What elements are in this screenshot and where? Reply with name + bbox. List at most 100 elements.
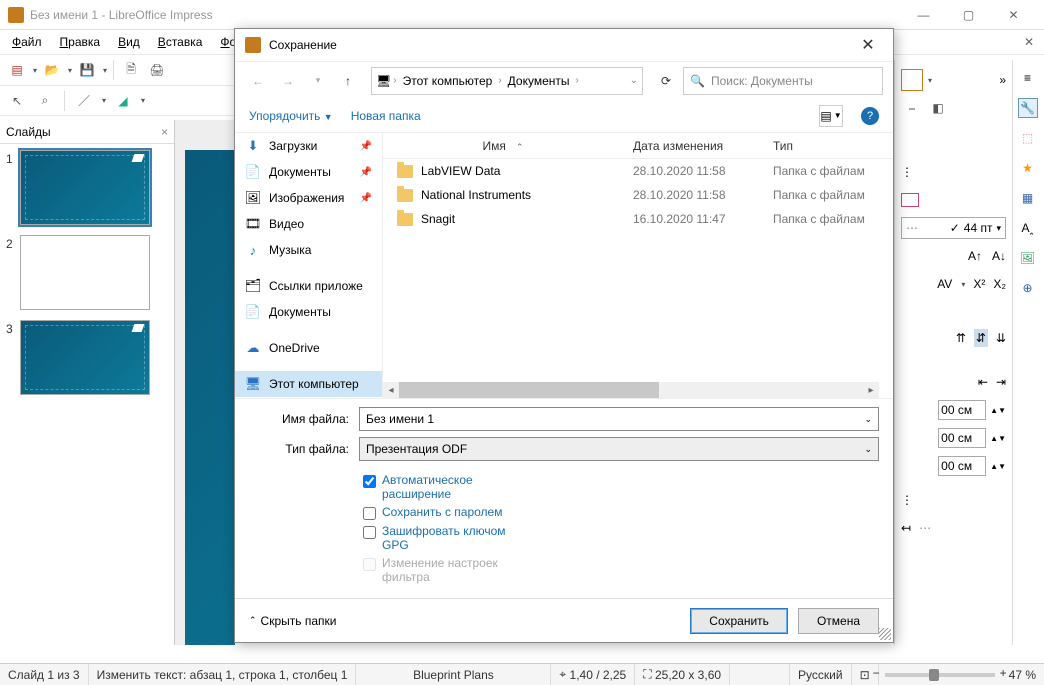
horizontal-scrollbar[interactable]: ◂▸ bbox=[383, 382, 879, 398]
dots-icon[interactable]: ⋮ bbox=[901, 493, 913, 507]
shadow-icon[interactable]: ◧ bbox=[927, 97, 949, 119]
line-icon[interactable]: ／ bbox=[73, 90, 95, 112]
hide-folders-button[interactable]: ⌃Скрыть папки bbox=[249, 614, 336, 628]
col-type-header[interactable]: Тип bbox=[763, 139, 893, 153]
save-icon[interactable]: 💾 bbox=[76, 59, 98, 81]
align-mid-icon[interactable]: ⇵ bbox=[974, 329, 988, 347]
file-row[interactable]: National Instruments28.10.2020 11:58Папк… bbox=[383, 183, 893, 207]
help-button[interactable]: ? bbox=[861, 107, 879, 125]
dots-icon[interactable]: ⋮ bbox=[901, 165, 913, 179]
document-close-icon[interactable]: ✕ bbox=[1024, 35, 1034, 49]
arrow-left-icon[interactable]: ↤ bbox=[901, 521, 911, 535]
font-size-combo[interactable]: ⋯✓ 44 пт ▾ bbox=[901, 217, 1006, 239]
maximize-button[interactable]: ▢ bbox=[946, 0, 991, 30]
sidebar-item-images[interactable]: 🖼Изображения📌 bbox=[235, 185, 382, 211]
check-gpg[interactable]: Зашифровать ключом GPG bbox=[363, 524, 533, 552]
nav-up-icon[interactable]: ↑ bbox=[335, 68, 361, 94]
indent-dec-icon[interactable]: ⇤ bbox=[978, 375, 988, 389]
sidebar-item-video[interactable]: 🎞Видео bbox=[235, 211, 382, 237]
sidebar-tabs: ≡ 🔧 ⬚ ★ ▦ Aꞈ 🖼 ⊕ bbox=[1012, 60, 1042, 645]
save-dialog: Сохранение ✕ ← → ▾ ↑ 🖥› Этот компьютер› … bbox=[234, 28, 894, 643]
minimize-button[interactable]: — bbox=[901, 0, 946, 30]
pointer-icon[interactable]: ↖ bbox=[6, 90, 28, 112]
path-segment[interactable]: Этот компьютер bbox=[399, 74, 497, 88]
view-mode-button[interactable]: ▤ ▼ bbox=[819, 105, 843, 127]
sidebar-item-onedrive[interactable]: ☁OneDrive bbox=[235, 335, 382, 361]
layout-icon[interactable] bbox=[901, 69, 923, 91]
slide-thumbnail[interactable] bbox=[20, 150, 150, 225]
new-folder-button[interactable]: Новая папка bbox=[351, 109, 421, 123]
tab-master-icon[interactable]: ▦ bbox=[1018, 188, 1038, 208]
box-icon[interactable] bbox=[901, 193, 919, 207]
slide-thumbnail[interactable] bbox=[20, 320, 150, 395]
filename-input[interactable]: Без имени 1⌄ bbox=[359, 407, 879, 431]
dialog-close-button[interactable]: ✕ bbox=[853, 35, 883, 55]
tab-animation-icon[interactable]: ★ bbox=[1018, 158, 1038, 178]
check-auto-extension[interactable]: Автоматическое расширение bbox=[363, 473, 533, 501]
new-icon[interactable]: ▤ bbox=[6, 59, 28, 81]
menu-view[interactable]: Вид bbox=[110, 32, 148, 52]
dim-input-1[interactable] bbox=[938, 400, 986, 420]
folder-icon bbox=[397, 189, 413, 202]
sidebar-item-this-pc[interactable]: 🖥Этот компьютер bbox=[235, 371, 382, 397]
sidebar-item-downloads[interactable]: ⬇Загрузки📌 bbox=[235, 133, 382, 159]
subscript-icon[interactable]: X₂ bbox=[993, 277, 1006, 291]
align-top-icon[interactable]: ⇈ bbox=[956, 331, 966, 345]
tab-gallery-icon[interactable]: 🖼 bbox=[1018, 248, 1038, 268]
folder-icon bbox=[397, 165, 413, 178]
path-dropdown-icon[interactable]: ⌄ bbox=[630, 75, 638, 86]
tab-menu-icon[interactable]: ≡ bbox=[1018, 68, 1038, 88]
slides-panel-close-icon[interactable]: × bbox=[161, 125, 168, 139]
path-box[interactable]: 🖥› Этот компьютер› Документы› ⌄ bbox=[371, 67, 643, 95]
tab-transitions-icon[interactable]: ⬚ bbox=[1018, 128, 1038, 148]
align-bot-icon[interactable]: ⇊ bbox=[996, 331, 1006, 345]
nav-up-button[interactable]: ▾ bbox=[305, 68, 331, 94]
indent-inc-icon[interactable]: ⇥ bbox=[996, 375, 1006, 389]
tab-properties-icon[interactable]: 🔧 bbox=[1018, 98, 1038, 118]
file-row[interactable]: Snagit16.10.2020 11:47Папка с файлам bbox=[383, 207, 893, 231]
sidebar-item-documents[interactable]: 📄Документы📌 bbox=[235, 159, 382, 185]
more-icon[interactable]: » bbox=[999, 73, 1006, 87]
print-icon[interactable]: 🖨 bbox=[146, 59, 168, 81]
resize-grip[interactable] bbox=[879, 628, 891, 640]
dim-input-3[interactable] bbox=[938, 456, 986, 476]
fill-icon[interactable]: ◢ bbox=[112, 90, 134, 112]
export-pdf-icon[interactable]: 🗎 bbox=[120, 59, 142, 81]
tab-navigator-icon[interactable]: ⊕ bbox=[1018, 278, 1038, 298]
zoom-pan-icon[interactable]: ⌕ bbox=[34, 90, 56, 112]
increase-font-icon[interactable]: A↑ bbox=[968, 249, 982, 263]
close-button[interactable]: ✕ bbox=[991, 0, 1036, 30]
sidebar-item-app-links[interactable]: 🗂Ссылки приложе bbox=[235, 273, 382, 299]
path-segment[interactable]: Документы bbox=[504, 74, 574, 88]
zoom-slider[interactable] bbox=[885, 673, 995, 677]
filetype-combo[interactable]: Презентация ODF⌄ bbox=[359, 437, 879, 461]
menu-insert[interactable]: Вставка bbox=[150, 32, 211, 52]
file-list-header[interactable]: Имя ⌃ Дата изменения Тип bbox=[383, 133, 893, 159]
dialog-fields: Имя файла: Без имени 1⌄ Тип файла: Презе… bbox=[235, 398, 893, 467]
search-input[interactable]: 🔍 Поиск: Документы bbox=[683, 67, 883, 95]
nav-back-button[interactable]: ← bbox=[245, 68, 271, 94]
slide-thumbnail[interactable] bbox=[20, 235, 150, 310]
save-button[interactable]: Сохранить bbox=[690, 608, 788, 634]
slide-canvas[interactable] bbox=[185, 150, 235, 645]
decrease-font-icon[interactable]: A↓ bbox=[992, 249, 1006, 263]
col-name-header[interactable]: Имя bbox=[483, 139, 506, 153]
file-row[interactable]: LabVIEW Data28.10.2020 11:58Папка с файл… bbox=[383, 159, 893, 183]
refresh-button[interactable]: ⟳ bbox=[653, 68, 679, 94]
window-title: Без имени 1 - LibreOffice Impress bbox=[30, 8, 901, 22]
superscript-icon[interactable]: X² bbox=[973, 277, 985, 291]
menu-edit[interactable]: Правка bbox=[52, 32, 109, 52]
menu-file[interactable]: Файл bbox=[4, 32, 50, 52]
tab-styles-icon[interactable]: Aꞈ bbox=[1018, 218, 1038, 238]
organize-button[interactable]: Упорядочить ▼ bbox=[249, 109, 333, 123]
dim-input-2[interactable] bbox=[938, 428, 986, 448]
open-icon[interactable]: 📂 bbox=[41, 59, 63, 81]
kerning-icon[interactable]: AV bbox=[937, 277, 952, 291]
sidebar-item-documents2[interactable]: 📄Документы bbox=[235, 299, 382, 325]
sidebar-item-music[interactable]: ♪Музыка bbox=[235, 237, 382, 263]
check-password[interactable]: Сохранить с паролем bbox=[363, 505, 533, 520]
cancel-button[interactable]: Отмена bbox=[798, 608, 879, 634]
col-date-header[interactable]: Дата изменения bbox=[623, 139, 763, 153]
line-style-icon[interactable]: ⎯ bbox=[901, 97, 923, 119]
canvas-area[interactable] bbox=[175, 120, 235, 645]
